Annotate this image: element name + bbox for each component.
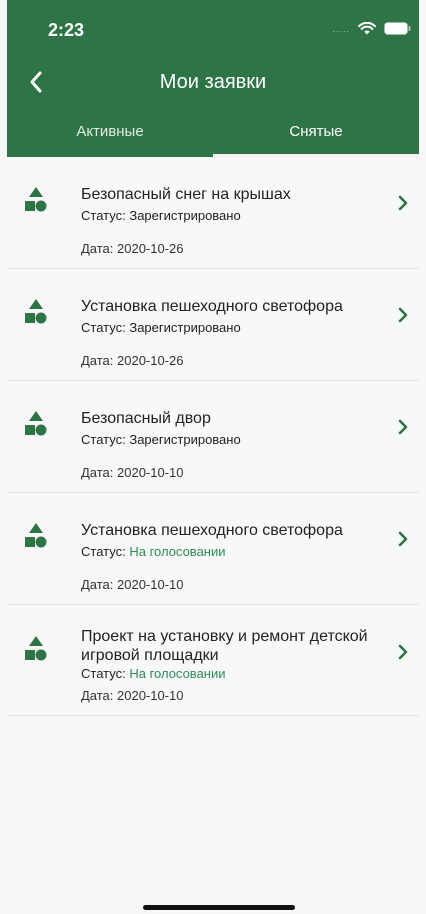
chevron-right-icon [398, 307, 408, 323]
status-label: Статус: [81, 208, 126, 223]
list-item[interactable]: Проект на установку и ремонт детской игр… [7, 605, 419, 716]
status-label: Статус: [81, 320, 126, 335]
list-item[interactable]: Безопасный двор Статус: Зарегистрировано… [7, 381, 419, 493]
shapes-icon [25, 523, 47, 548]
item-status: Статус: Зарегистрировано [81, 432, 241, 447]
item-date: Дата: 2020-10-10 [81, 577, 184, 592]
status-value: На голосовании [129, 544, 226, 559]
item-status: Статус: На голосовании [81, 666, 226, 681]
status-value: На голосовании [129, 666, 226, 681]
item-date: Дата: 2020-10-10 [81, 465, 184, 480]
tab-removed[interactable]: Снятые [213, 108, 419, 157]
request-list: Безопасный снег на крышах Статус: Зареги… [7, 157, 419, 716]
chevron-right-icon [398, 531, 408, 547]
shapes-icon [25, 411, 47, 436]
chevron-right-icon [398, 419, 408, 435]
status-label: Статус: [81, 432, 126, 447]
home-indicator [143, 905, 295, 910]
item-date: Дата: 2020-10-26 [81, 241, 184, 256]
list-item[interactable]: Установка пешеходного светофора Статус: … [7, 493, 419, 605]
wifi-icon [358, 22, 376, 35]
status-time: 2:23 [48, 20, 85, 40]
item-status: Статус: На голосовании [81, 544, 226, 559]
shapes-icon [25, 299, 47, 324]
tab-bar: Активные Снятые [7, 108, 419, 157]
battery-icon [384, 22, 411, 35]
shapes-icon [25, 187, 47, 212]
item-status: Статус: Зарегистрировано [81, 208, 241, 223]
status-value: Зарегистрировано [129, 208, 241, 223]
status-label: Статус: [81, 544, 126, 559]
list-item[interactable]: Установка пешеходного светофора Статус: … [7, 269, 419, 381]
shapes-icon [25, 636, 47, 661]
list-item[interactable]: Безопасный снег на крышах Статус: Зареги… [7, 157, 419, 269]
app-header: 2:23 ..... Мои заявки Активные Снятые [7, 0, 419, 157]
tab-active[interactable]: Активные [7, 108, 213, 157]
status-icons: ..... [332, 22, 411, 35]
nav-bar: Мои заявки [7, 64, 419, 108]
item-title: Установка пешеходного светофора [81, 522, 343, 539]
item-status: Статус: Зарегистрировано [81, 320, 241, 335]
item-title: Установка пешеходного светофора [81, 298, 343, 315]
status-value: Зарегистрировано [129, 432, 241, 447]
chevron-right-icon [398, 195, 408, 211]
item-date: Дата: 2020-10-10 [81, 688, 184, 703]
page-title: Мои заявки [159, 71, 267, 93]
status-label: Статус: [81, 666, 126, 681]
status-value: Зарегистрировано [129, 320, 241, 335]
signal-icon: ..... [332, 23, 350, 34]
item-title: Проект на установку и ремонт детской игр… [81, 628, 368, 664]
item-title: Безопасный двор [81, 410, 211, 427]
item-title: Безопасный снег на крышах [81, 186, 291, 203]
chevron-right-icon [398, 644, 408, 660]
status-bar: 2:23 ..... [7, 0, 419, 64]
item-date: Дата: 2020-10-26 [81, 353, 184, 368]
